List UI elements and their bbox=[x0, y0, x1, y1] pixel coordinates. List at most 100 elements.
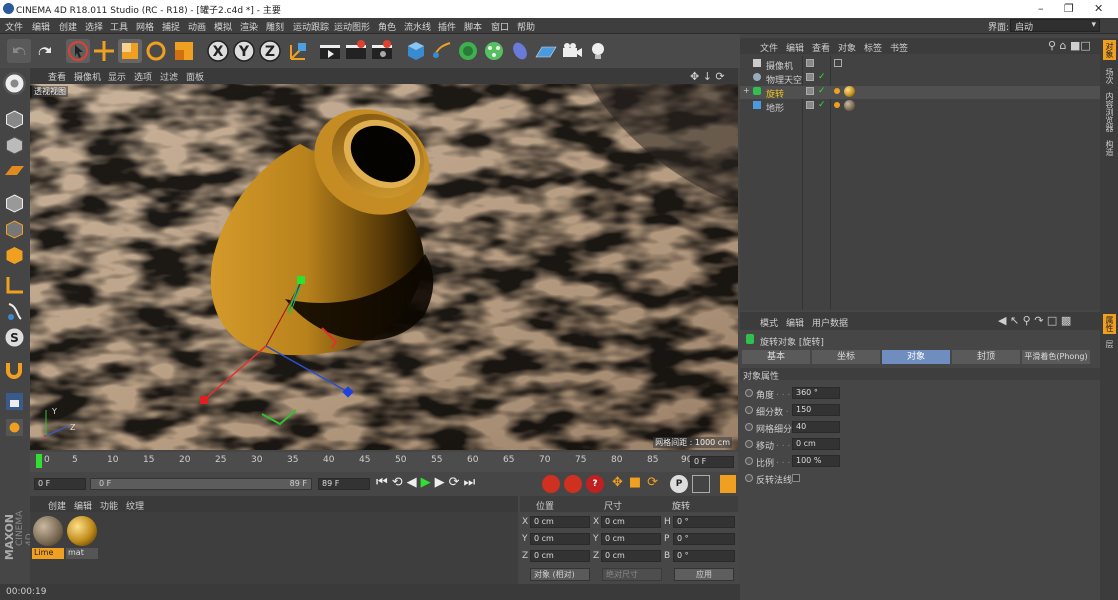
scaling-field[interactable]: 100 % bbox=[792, 455, 840, 467]
position-y-field[interactable]: 0 cm bbox=[530, 533, 590, 545]
minimize-icon[interactable]: – bbox=[1038, 2, 1044, 15]
expand-icon[interactable]: + bbox=[743, 86, 750, 95]
attribute-menu-item[interactable]: 编辑 bbox=[786, 316, 804, 329]
floor-icon[interactable] bbox=[534, 39, 558, 63]
right-tab[interactable]: 对象 bbox=[1103, 40, 1116, 60]
points-mode-icon[interactable] bbox=[3, 192, 26, 215]
animate-radio[interactable] bbox=[745, 474, 753, 482]
menu-item[interactable]: 工具 bbox=[110, 20, 128, 33]
menu-item[interactable]: 选择 bbox=[85, 20, 103, 33]
right-tab[interactable]: 场次 bbox=[1104, 68, 1115, 84]
undo-icon[interactable] bbox=[7, 39, 31, 63]
redo-icon[interactable] bbox=[33, 39, 57, 63]
viewport-menu-item[interactable]: 摄像机 bbox=[74, 70, 101, 83]
x-axis-icon[interactable]: X bbox=[206, 39, 230, 63]
menu-item[interactable]: 雕刻 bbox=[266, 20, 284, 33]
step-forward-icon[interactable]: ▶ bbox=[435, 475, 449, 490]
position-z-field[interactable]: 0 cm bbox=[530, 550, 590, 562]
scale-icon[interactable] bbox=[118, 39, 142, 63]
next-key-icon[interactable]: ⟳ bbox=[449, 475, 464, 490]
attribute-menu-item[interactable]: 用户数据 bbox=[812, 316, 848, 329]
make-editable-icon[interactable] bbox=[3, 72, 26, 95]
end-frame-field[interactable]: 89 F bbox=[318, 478, 370, 490]
object-row[interactable]: 地形 ✓ bbox=[740, 100, 1100, 114]
grid-lock-icon[interactable] bbox=[3, 416, 26, 439]
live-select-icon[interactable] bbox=[66, 39, 90, 63]
light-icon[interactable] bbox=[586, 39, 610, 63]
subdivision-icon[interactable] bbox=[456, 39, 480, 63]
record-icon[interactable] bbox=[542, 475, 560, 493]
rotation-b-field[interactable]: 0 ° bbox=[673, 550, 735, 562]
viewport-menu-item[interactable]: 查看 bbox=[48, 70, 66, 83]
menu-item[interactable]: 角色 bbox=[378, 20, 396, 33]
move-icon[interactable] bbox=[92, 39, 116, 63]
point-level-icon[interactable] bbox=[692, 475, 710, 493]
animate-radio[interactable] bbox=[745, 389, 753, 397]
prev-key-icon[interactable]: ⟲ bbox=[392, 475, 407, 490]
subdivisions-field[interactable]: 150 bbox=[792, 404, 840, 416]
material-menu-item[interactable]: 编辑 bbox=[74, 499, 92, 512]
menu-item[interactable]: 流水线 bbox=[404, 20, 431, 33]
mesh-subdivisions-field[interactable]: 40 bbox=[792, 421, 840, 433]
close-icon[interactable]: ✕ bbox=[1094, 2, 1103, 15]
menu-item[interactable]: 文件 bbox=[5, 20, 23, 33]
lock-workplane-icon[interactable] bbox=[3, 390, 26, 413]
phong-tag-icon[interactable] bbox=[834, 102, 840, 108]
rotate-icon[interactable] bbox=[144, 39, 168, 63]
menu-item[interactable]: 脚本 bbox=[464, 20, 482, 33]
texture-mode-icon[interactable] bbox=[3, 134, 26, 157]
apply-button[interactable]: 应用 bbox=[674, 568, 734, 581]
magnet-icon[interactable] bbox=[3, 358, 26, 381]
right-tab[interactable]: 属性 bbox=[1103, 314, 1116, 334]
tab-coord[interactable]: 坐标 bbox=[812, 350, 880, 364]
material-tag-icon[interactable] bbox=[844, 86, 855, 97]
animate-radio[interactable] bbox=[745, 457, 753, 465]
playback-controls[interactable]: ⏮⟲◀▶▶⟳⏭ bbox=[376, 475, 479, 490]
menu-item[interactable]: 编辑 bbox=[32, 20, 50, 33]
animate-radio[interactable] bbox=[745, 423, 753, 431]
viewport-menu-item[interactable]: 选项 bbox=[134, 70, 152, 83]
model-mode-icon[interactable] bbox=[3, 108, 26, 131]
reverse-normals-checkbox[interactable] bbox=[792, 474, 800, 482]
right-tab[interactable]: 构造 bbox=[1104, 140, 1115, 156]
menu-item[interactable]: 捕捉 bbox=[162, 20, 180, 33]
object-menu-item[interactable]: 书签 bbox=[890, 41, 908, 54]
menu-item[interactable]: 运动跟踪 bbox=[293, 20, 329, 33]
edges-mode-icon[interactable] bbox=[3, 218, 26, 241]
visibility-toggle[interactable] bbox=[806, 73, 814, 81]
render-view-icon[interactable] bbox=[318, 39, 342, 63]
attribute-menu-item[interactable]: 模式 bbox=[760, 316, 778, 329]
timeline-window-icon[interactable] bbox=[720, 475, 736, 493]
attribute-nav-icons[interactable]: ◀ ↖ ⚲ ↷ □ ▩ bbox=[998, 314, 1071, 327]
menu-item[interactable]: 模拟 bbox=[214, 20, 232, 33]
restore-icon[interactable]: ❐ bbox=[1064, 2, 1074, 15]
object-menu-item[interactable]: 编辑 bbox=[786, 41, 804, 54]
viewport-menu-item[interactable]: 显示 bbox=[108, 70, 126, 83]
camera-icon[interactable] bbox=[560, 39, 584, 63]
frame-range-slider[interactable]: 0 F 89 F bbox=[90, 478, 312, 490]
right-tab[interactable]: 层 bbox=[1104, 340, 1115, 348]
polygons-mode-icon[interactable] bbox=[3, 244, 26, 267]
z-axis-icon[interactable]: Z bbox=[258, 39, 282, 63]
object-menu-item[interactable]: 文件 bbox=[760, 41, 778, 54]
cloner-icon[interactable] bbox=[482, 39, 506, 63]
workplane-icon[interactable] bbox=[3, 160, 26, 183]
material-menu-item[interactable]: 创建 bbox=[48, 499, 66, 512]
object-menu-item[interactable]: 标签 bbox=[864, 41, 882, 54]
animate-radio[interactable] bbox=[745, 406, 753, 414]
rotation-h-field[interactable]: 0 ° bbox=[673, 516, 735, 528]
go-to-start-icon[interactable]: ⏮ bbox=[376, 475, 392, 490]
visibility-toggle[interactable] bbox=[806, 87, 814, 95]
cube-icon[interactable] bbox=[404, 39, 428, 63]
deformer-icon[interactable] bbox=[508, 39, 532, 63]
tab-basic[interactable]: 基本 bbox=[742, 350, 810, 364]
play-icon[interactable]: ▶ bbox=[421, 475, 435, 490]
animate-radio[interactable] bbox=[745, 440, 753, 448]
tab-object[interactable]: 对象 bbox=[882, 350, 950, 364]
object-search-icons[interactable]: ⚲ ⌂ ■□ bbox=[1048, 39, 1091, 52]
menu-item[interactable]: 网格 bbox=[136, 20, 154, 33]
menu-item[interactable]: 创建 bbox=[59, 20, 77, 33]
snap-icon[interactable]: S bbox=[3, 326, 26, 349]
material-menu-item[interactable]: 纹理 bbox=[126, 499, 144, 512]
viewport-menu-item[interactable]: 过滤 bbox=[160, 70, 178, 83]
